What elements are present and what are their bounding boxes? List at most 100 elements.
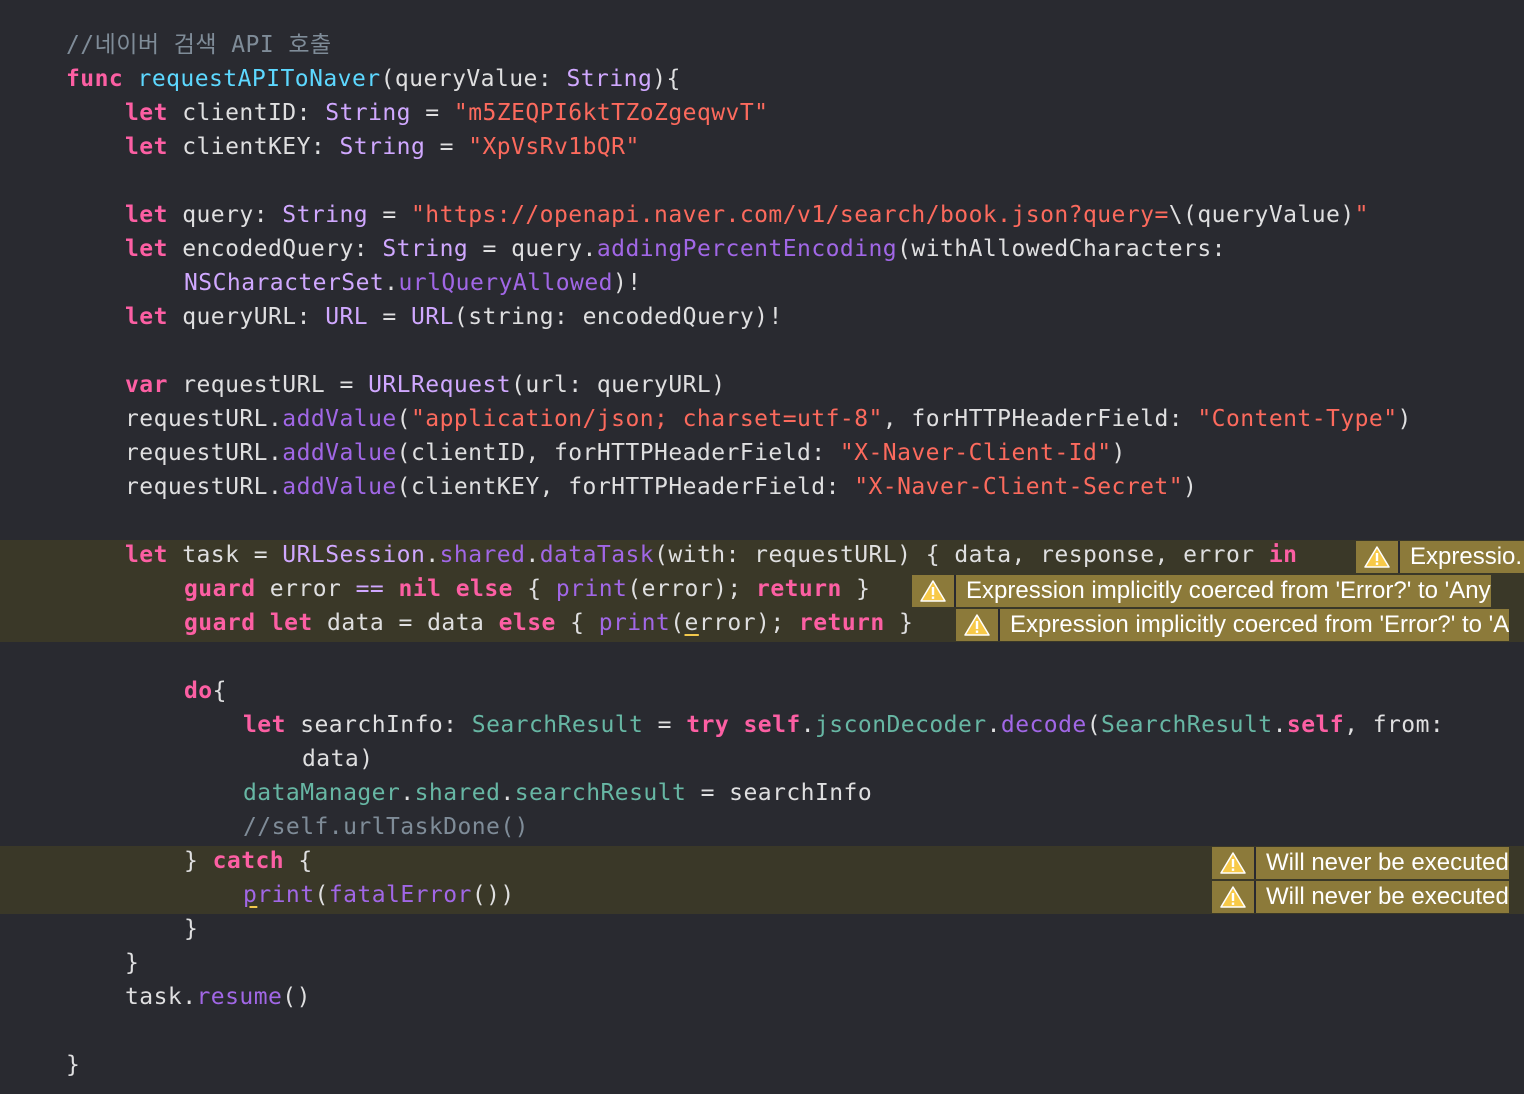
code-token: data = data (312, 610, 499, 636)
code-token: \(queryValue) (1168, 202, 1355, 228)
code-token: (clientID, forHTTPHeaderField: (396, 440, 840, 466)
code-token: requestURL = (167, 372, 369, 398)
code-line[interactable]: } (184, 912, 198, 946)
warning-message: Will never be executed (1266, 849, 1509, 876)
code-token: (error); (627, 576, 757, 602)
code-token: "XpVsRv1bQR" (468, 134, 640, 160)
code-token: task. (125, 984, 197, 1010)
code-token: = searchInfo (686, 780, 873, 806)
code-token: addValue (282, 474, 397, 500)
code-token: //네이버 검색 API 호출 (66, 32, 332, 58)
code-token: } (184, 916, 199, 942)
code-line[interactable]: func requestAPIToNaver(queryValue: Strin… (66, 62, 681, 96)
code-token: . (425, 542, 440, 568)
code-token: else (455, 576, 513, 602)
code-token: ) (1183, 474, 1198, 500)
code-token: = (368, 202, 411, 228)
code-token: shared (439, 542, 526, 568)
code-line[interactable]: let queryURL: URL = URL(string: encodedQ… (125, 300, 783, 334)
code-token: String (282, 202, 369, 228)
code-line[interactable]: let searchInfo: SearchResult = try self.… (243, 708, 1444, 742)
code-line[interactable]: var requestURL = URLRequest(url: queryUR… (125, 368, 726, 402)
code-token: let (125, 134, 168, 160)
code-token: shared (414, 780, 501, 806)
code-token: = (410, 100, 454, 126)
code-token: . (986, 712, 1001, 738)
code-token: searchResult (514, 780, 687, 806)
code-token: } (125, 950, 140, 976)
code-token: URL (411, 304, 454, 330)
code-line[interactable]: requestURL.addValue(clientKEY, forHTTPHe… (125, 470, 1197, 504)
code-line[interactable]: //네이버 검색 API 호출 (66, 28, 332, 62)
warning-triangle-icon (1356, 541, 1400, 573)
code-token: queryURL: (167, 304, 326, 330)
code-token: clientID: (167, 100, 326, 126)
code-token: "https://openapi.naver.com/v1/search/boo… (411, 202, 1169, 228)
code-token: , forHTTPHeaderField: (882, 406, 1198, 432)
code-line[interactable]: let task = URLSession.shared.dataTask(wi… (125, 538, 1297, 572)
code-line[interactable]: requestURL.addValue(clientID, forHTTPHea… (125, 436, 1126, 470)
code-token: String (382, 236, 469, 262)
warning-badge[interactable]: Will never be executed (1212, 847, 1509, 879)
code-token: fatalError (328, 882, 472, 908)
code-line[interactable]: task.resume() (125, 980, 311, 1014)
warning-badge[interactable]: Will never be executed (1212, 881, 1509, 913)
code-line[interactable]: let query: String = "https://openapi.nav… (125, 198, 1369, 232)
code-token: URLSession (282, 542, 426, 568)
code-token: } (66, 1052, 81, 1078)
code-line[interactable]: let clientKEY: String = "XpVsRv1bQR" (125, 130, 640, 164)
warning-badge[interactable]: Expression implicitly coerced from 'Erro… (912, 575, 1491, 607)
code-token: String (339, 134, 426, 160)
code-token: String (566, 66, 653, 92)
code-line[interactable]: requestURL.addValue("application/json; c… (125, 402, 1412, 436)
code-line[interactable]: guard let data = data else { print(error… (184, 606, 913, 640)
warning-triangle-icon (912, 575, 956, 607)
code-token: . (800, 712, 815, 738)
code-token: encodedQuery: (167, 236, 383, 262)
code-line[interactable]: } catch { (184, 844, 313, 878)
code-token: ( (314, 882, 329, 908)
code-line[interactable]: print(fatalError()) (243, 878, 515, 912)
code-token: URLRequest (368, 372, 512, 398)
code-token: //self.urlTaskDone() (243, 814, 529, 840)
code-token: (queryValue: (380, 66, 567, 92)
code-token: let (125, 202, 168, 228)
code-token: (string: encodedQuery)! (453, 304, 783, 330)
code-line[interactable]: dataManager.shared.searchResult = search… (243, 776, 872, 810)
code-token: query: (167, 202, 283, 228)
code-line[interactable]: do{ (184, 674, 227, 708)
warning-triangle-icon (956, 609, 1000, 641)
code-token: e (684, 610, 699, 636)
code-line[interactable]: } (66, 1048, 80, 1082)
code-token: addValue (282, 440, 397, 466)
code-line[interactable]: guard error == nil else { print(error); … (184, 572, 870, 606)
warning-badge[interactable]: Expressio... (1356, 541, 1524, 573)
code-token: } (841, 576, 871, 602)
code-line[interactable]: data) (302, 742, 374, 776)
code-token: let (269, 610, 313, 636)
code-line[interactable]: let clientID: String = "m5ZEQPI6ktTZoZge… (125, 96, 768, 130)
code-token: () (282, 984, 311, 1010)
code-token: resume (196, 984, 283, 1010)
warning-message: Expressio... (1410, 543, 1524, 570)
warning-badge[interactable]: Expression implicitly coerced from 'Erro… (956, 609, 1510, 641)
code-line[interactable]: //self.urlTaskDone() (243, 810, 529, 844)
code-token: ( (670, 610, 685, 636)
code-token: guard (184, 610, 256, 636)
code-line[interactable]: let encodedQuery: String = query.addingP… (125, 232, 1226, 266)
code-token: { (555, 610, 599, 636)
code-token: searchInfo: (285, 712, 472, 738)
code-token: ( (1086, 712, 1101, 738)
code-token: data) (302, 746, 374, 772)
code-line[interactable]: } (125, 946, 139, 980)
code-token: jsconDecoder (815, 712, 987, 738)
code-editor[interactable]: //네이버 검색 API 호출 func requestAPIToNaver(qu… (0, 0, 1524, 1094)
warning-message: Will never be executed (1266, 883, 1509, 910)
code-token: NSCharacterSet (184, 270, 385, 296)
code-line[interactable]: NSCharacterSet.urlQueryAllowed)! (184, 266, 642, 300)
code-token: in (1268, 542, 1298, 568)
code-token: nil (398, 576, 442, 602)
code-token: clientKEY: (167, 134, 340, 160)
code-token: { (212, 678, 227, 704)
